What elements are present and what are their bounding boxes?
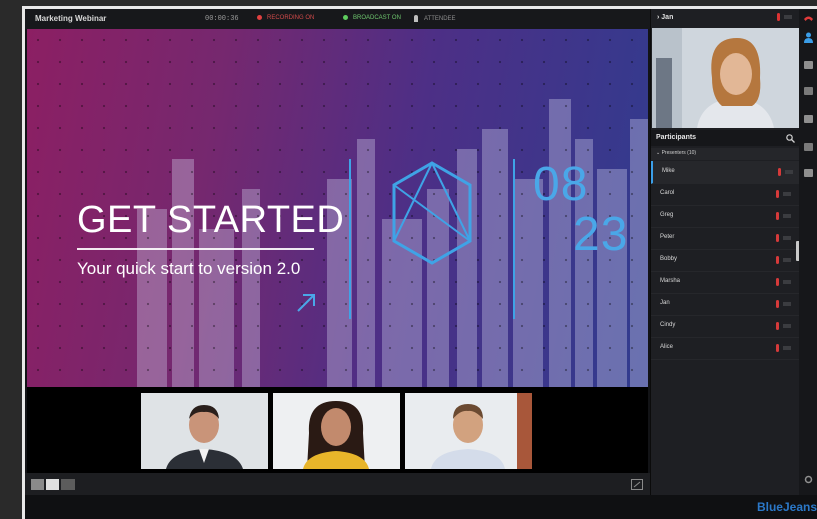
- video-thumbnail[interactable]: [273, 393, 400, 469]
- broadcast-status[interactable]: BROADCAST ON: [343, 15, 401, 21]
- participant-row[interactable]: Carol: [651, 183, 799, 206]
- audio-level-icon: [783, 258, 791, 262]
- phone-icon[interactable]: [803, 14, 814, 23]
- arrow-up-right-icon: [297, 294, 315, 312]
- presenters-group-header[interactable]: ⌄ Presenters (10): [651, 148, 799, 160]
- participant-video-icon: [141, 393, 268, 469]
- microphone-icon: [777, 13, 780, 21]
- participant-row[interactable]: Peter: [651, 227, 799, 250]
- featured-name-text: Jan: [661, 14, 674, 21]
- participant-row[interactable]: Mike: [651, 161, 801, 184]
- broadcast-dot-icon: [343, 15, 348, 20]
- recording-dot-icon: [257, 15, 262, 20]
- hexagon-logo-icon: [392, 161, 472, 265]
- attendee-icon: [414, 15, 418, 22]
- meeting-title: Marketing Webinar: [35, 14, 107, 23]
- slide-divider-right: [513, 159, 515, 319]
- participant-row[interactable]: Marsha: [651, 271, 799, 294]
- status-bar: BlueJeans: [25, 495, 817, 519]
- participant-name: Bobby: [660, 256, 678, 262]
- participants-title: Participants: [656, 134, 697, 141]
- bottom-toolbar: [25, 473, 650, 495]
- participant-name: Mike: [662, 168, 675, 174]
- layout-icon[interactable]: [31, 479, 75, 490]
- brand-logo: BlueJeans: [756, 500, 817, 514]
- recording-status[interactable]: RECORDING ON: [257, 15, 314, 21]
- microphone-icon[interactable]: [776, 278, 779, 286]
- speaker-video-icon: [652, 28, 799, 128]
- recording-label: RECORDING ON: [267, 15, 315, 22]
- participant-row[interactable]: Cindy: [651, 315, 799, 338]
- microphone-icon[interactable]: [776, 190, 779, 198]
- audio-level-icon: [783, 346, 791, 350]
- participants-header: Participants: [651, 130, 799, 146]
- audio-level-icon: [783, 280, 791, 284]
- slide-divider-left: [349, 159, 351, 319]
- slide-date-month: 08: [533, 158, 589, 211]
- fullscreen-icon[interactable]: [631, 479, 643, 490]
- meeting-timer: 00:00:36: [205, 15, 239, 23]
- participant-video-icon: [273, 393, 400, 469]
- featured-speaker-video[interactable]: [652, 28, 799, 128]
- participant-row[interactable]: Bobby: [651, 249, 799, 272]
- video-thumbnail[interactable]: [405, 393, 532, 469]
- slide-date-day: 23: [573, 208, 629, 261]
- side-icon-rail: [799, 9, 817, 495]
- participant-row[interactable]: Greg: [651, 205, 799, 228]
- video-thumbnail[interactable]: [141, 393, 268, 469]
- attendee-label: ATTENDEE: [424, 16, 456, 23]
- settings-panel-icon[interactable]: [804, 169, 813, 177]
- participant-row[interactable]: Alice: [651, 337, 799, 360]
- share-icon[interactable]: [804, 87, 813, 95]
- audio-level-icon: [783, 302, 791, 306]
- shared-slide: GET STARTED Your quick start to version …: [27, 29, 648, 387]
- participant-name: Marsha: [660, 278, 681, 284]
- slide-subline: Your quick start to version 2.0: [77, 259, 301, 278]
- slide-headline: GET STARTED: [77, 199, 345, 241]
- microphone-icon[interactable]: [778, 168, 781, 176]
- microphone-icon[interactable]: [776, 322, 779, 330]
- stats-icon[interactable]: [804, 115, 813, 123]
- microphone-icon[interactable]: [776, 212, 779, 220]
- participant-name: Jan: [660, 300, 670, 306]
- microphone-icon[interactable]: [776, 256, 779, 264]
- audio-level-icon: [783, 236, 791, 240]
- participant-name: Cindy: [660, 322, 676, 328]
- video-thumbnail-strip: [27, 387, 648, 473]
- audio-level-icon: [783, 192, 791, 196]
- participant-name: Peter: [660, 234, 675, 240]
- featured-speaker-name: › Jan: [657, 14, 674, 21]
- broadcast-label: BROADCAST ON: [353, 15, 401, 22]
- group-label-text: Presenters (10): [661, 150, 697, 156]
- microphone-icon[interactable]: [776, 300, 779, 308]
- participant-video-icon: [405, 393, 532, 469]
- participant-name: Carol: [660, 190, 675, 196]
- qa-icon[interactable]: [804, 143, 813, 151]
- participant-row[interactable]: Jan: [651, 293, 799, 316]
- people-icon[interactable]: [803, 32, 814, 44]
- settings-icon[interactable]: [804, 475, 813, 484]
- attendee-indicator[interactable]: ATTENDEE: [414, 15, 456, 22]
- participant-name: Alice: [660, 344, 674, 350]
- search-icon[interactable]: [786, 134, 795, 143]
- microphone-icon[interactable]: [776, 344, 779, 352]
- audio-level-icon: [784, 15, 792, 19]
- participants-panel: › Jan Participants ⌄ Presenters (10) Mik…: [650, 9, 801, 495]
- participant-name: Greg: [660, 212, 674, 218]
- audio-level-icon: [783, 324, 791, 328]
- microphone-icon[interactable]: [776, 234, 779, 242]
- headline-divider: [77, 248, 314, 250]
- featured-speaker-header[interactable]: › Jan: [651, 9, 799, 27]
- meeting-app: Marketing Webinar 00:00:36 RECORDING ON …: [25, 9, 817, 519]
- presenters-group-label: ⌄ Presenters (10): [656, 150, 697, 156]
- audio-level-icon: [785, 170, 793, 174]
- meeting-top-bar: Marketing Webinar 00:00:36 RECORDING ON …: [25, 9, 650, 29]
- audio-level-icon: [783, 214, 791, 218]
- chat-icon[interactable]: [804, 61, 813, 69]
